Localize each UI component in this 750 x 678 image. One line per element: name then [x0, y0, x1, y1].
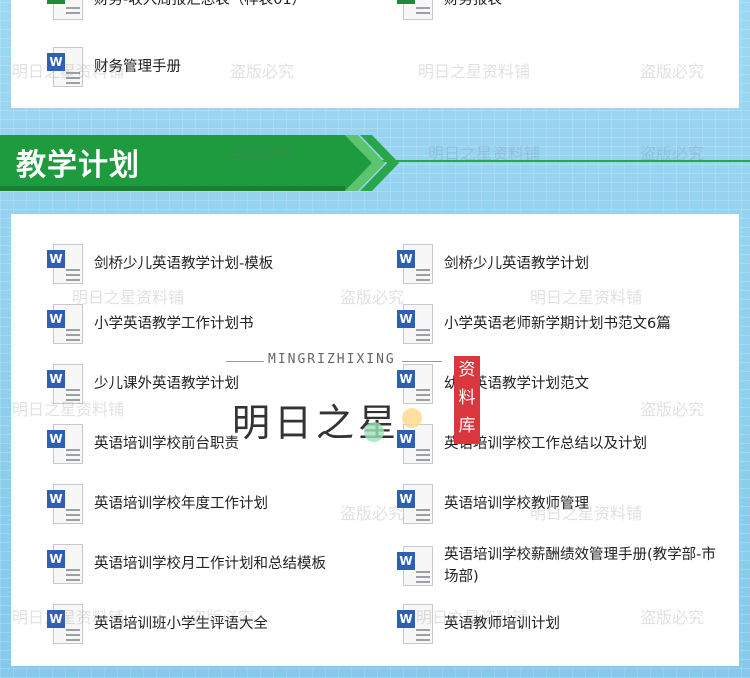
- item-label: 小学英语教学工作计划书: [94, 316, 254, 332]
- word-doc-icon: W: [397, 244, 435, 284]
- word-doc-icon: W: [397, 484, 435, 524]
- list-item[interactable]: W 少儿课外英语教学计划: [47, 364, 239, 404]
- list-item[interactable]: W 英语培训学校年度工作计划: [47, 484, 268, 524]
- list-item[interactable]: W 英语培训学校前台职责: [47, 424, 239, 464]
- item-label: 财务报表: [444, 0, 502, 8]
- word-doc-icon: W: [47, 47, 85, 87]
- section-title: 教学计划: [16, 148, 140, 183]
- item-label: 小学英语老师新学期计划书范文6篇: [444, 316, 671, 332]
- word-doc-icon: W: [397, 546, 435, 586]
- excel-doc-icon: X: [397, 0, 435, 20]
- list-item[interactable]: W 英语培训学校薪酬绩效管理手册(教学部-市场部): [397, 544, 724, 588]
- logo-seal: 资料库: [454, 356, 480, 444]
- item-label: 英语培训学校薪酬绩效管理手册(教学部-市场部): [444, 547, 716, 585]
- item-label: 英语培训学校月工作计划和总结模板: [94, 556, 326, 572]
- list-item[interactable]: W 小学英语老师新学期计划书范文6篇: [397, 304, 671, 344]
- list-item[interactable]: W 英语教师培训计划: [397, 604, 560, 644]
- item-label: 少儿课外英语教学计划: [94, 376, 239, 392]
- word-doc-icon: W: [47, 364, 85, 404]
- logo-rule: [402, 361, 442, 362]
- seal-char: 资: [458, 360, 476, 380]
- word-doc-icon: W: [47, 544, 85, 584]
- word-doc-icon: W: [47, 484, 85, 524]
- logo-rule: [226, 361, 264, 362]
- word-doc-icon: W: [47, 304, 85, 344]
- item-label: 剑桥少儿英语教学计划-模板: [94, 256, 274, 272]
- item-label: 英语培训学校前台职责: [94, 436, 239, 452]
- list-item[interactable]: W 英语培训学校教师管理: [397, 484, 589, 524]
- word-doc-icon: W: [47, 244, 85, 284]
- list-item[interactable]: W 英语培训学校月工作计划和总结模板: [47, 544, 326, 584]
- word-doc-icon: W: [47, 604, 85, 644]
- word-doc-icon: W: [47, 424, 85, 464]
- word-doc-icon: W: [397, 304, 435, 344]
- list-item[interactable]: W 剑桥少儿英语教学计划-模板: [47, 244, 273, 284]
- logo-dots-icon: [364, 408, 422, 442]
- list-item[interactable]: W 小学英语教学工作计划书: [47, 304, 254, 344]
- excel-doc-icon: X: [47, 0, 85, 20]
- item-label: 英语培训班小学生评语大全: [94, 616, 268, 632]
- item-label: 英语教师培训计划: [444, 616, 560, 632]
- item-label: 财务-收入周报汇总表（样表01）: [94, 0, 307, 8]
- logo-wordmark: MINGRIZHIXING: [268, 352, 396, 367]
- top-panel: X 财务-收入周报汇总表（样表01） X 财务报表 W 财务管理手册: [11, 0, 739, 108]
- item-label: 剑桥少儿英语教学计划: [444, 256, 589, 272]
- list-item[interactable]: X 财务报表: [397, 0, 502, 20]
- list-item[interactable]: W 幼儿英语教学计划范文: [397, 364, 589, 404]
- list-item[interactable]: W 剑桥少儿英语教学计划: [397, 244, 589, 284]
- item-label: 英语培训学校年度工作计划: [94, 496, 268, 512]
- seal-char: 库: [458, 416, 476, 436]
- list-item[interactable]: X 财务-收入周报汇总表（样表01）: [47, 0, 306, 20]
- word-doc-icon: W: [397, 364, 435, 404]
- list-item[interactable]: W 英语培训班小学生评语大全: [47, 604, 268, 644]
- word-doc-icon: W: [397, 604, 435, 644]
- item-label: 英语培训学校教师管理: [444, 496, 589, 512]
- seal-char: 料: [458, 388, 476, 408]
- item-label: 财务管理手册: [94, 59, 181, 75]
- list-item[interactable]: W 财务管理手册: [47, 47, 181, 87]
- list-item[interactable]: W 英语培训学校工作总结以及计划: [397, 424, 647, 464]
